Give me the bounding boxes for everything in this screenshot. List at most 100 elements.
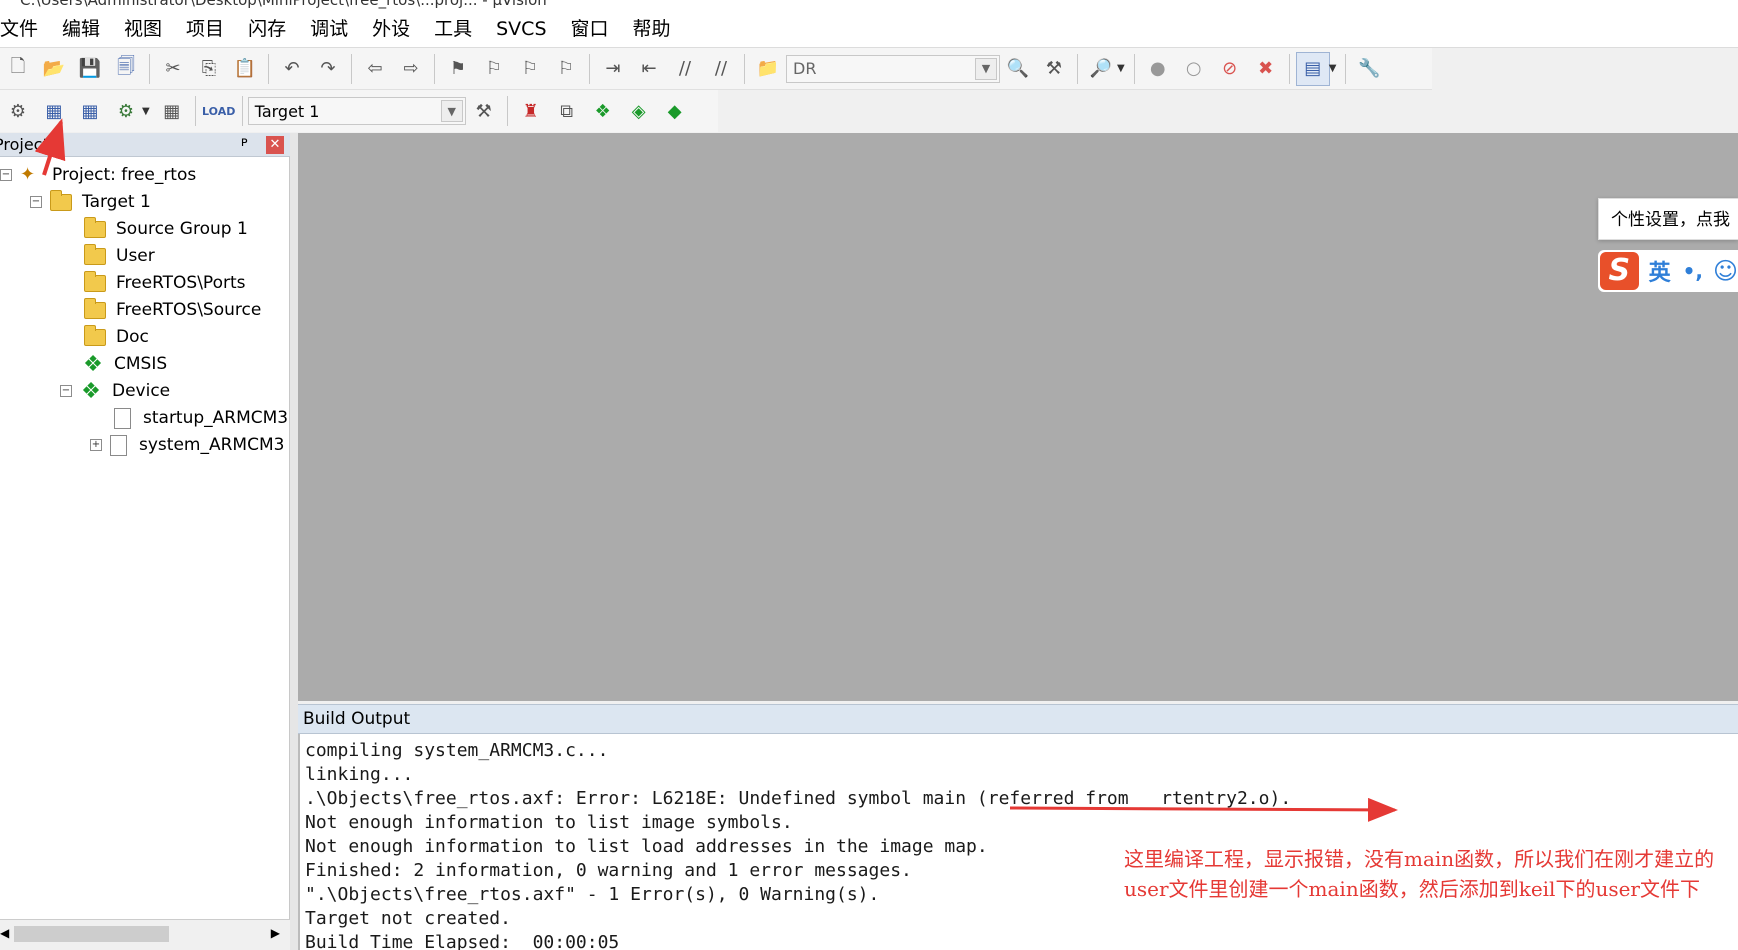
translate-icon[interactable]: ⚙	[1, 94, 35, 128]
menu-peripherals[interactable]: 外设	[360, 10, 422, 48]
manage-multi-project-icon[interactable]: ⧉	[550, 94, 584, 128]
open-file-icon[interactable]: 📂	[37, 52, 71, 86]
toolbar-separator	[1133, 53, 1135, 84]
save-icon[interactable]: 💾	[73, 52, 107, 86]
menu-edit[interactable]: 编辑	[50, 10, 112, 48]
build-output-title: Build Output	[303, 709, 411, 729]
new-file-icon[interactable]: 🗋	[1, 52, 35, 86]
find-combo[interactable]: DR ▼	[786, 54, 1000, 83]
comment-icon[interactable]: //	[668, 52, 702, 86]
menu-flash[interactable]: 闪存	[236, 10, 298, 48]
tree-group-doc[interactable]: Doc	[84, 323, 149, 351]
pin-icon[interactable]: ᴘ	[241, 135, 248, 150]
rebuild-icon[interactable]: ▦	[73, 94, 107, 128]
batch-build-icon[interactable]: ⚙	[109, 94, 143, 128]
paste-icon[interactable]: 📋	[228, 52, 262, 86]
smiley-icon[interactable]: ☺	[1713, 257, 1738, 285]
build-icon[interactable]: ▦	[37, 94, 71, 128]
panel-splitter[interactable]	[290, 133, 298, 950]
find-in-files-icon[interactable]: 📁	[751, 52, 785, 86]
tree-group-user[interactable]: User	[84, 242, 155, 270]
project-tree: − ✦ Project: free_rtos − Target 1 Source…	[0, 157, 290, 919]
bookmark-icon[interactable]: ⚑	[441, 52, 475, 86]
configure-icon[interactable]: 🔧	[1352, 52, 1386, 86]
window-layout-icon[interactable]: ▤	[1295, 51, 1330, 86]
menu-file[interactable]: 文件	[0, 10, 50, 48]
chevron-down-icon[interactable]: ▼	[975, 57, 997, 80]
chevron-down-icon[interactable]: ▼	[142, 106, 150, 117]
unindent-icon[interactable]: ⇤	[632, 52, 666, 86]
scrollbar-thumb[interactable]	[14, 926, 169, 942]
project-icon: ✦	[20, 164, 36, 185]
tree-project-root[interactable]: − ✦ Project: free_rtos	[0, 161, 196, 189]
target-options-icon[interactable]: ⚒	[467, 94, 501, 128]
uncomment-icon[interactable]: //	[704, 52, 738, 86]
menu-window[interactable]: 窗口	[559, 10, 621, 48]
file-toolbar: 🗋 📂 💾 🗐 ✂ ⎘ 📋 ↶ ↷ ⇦ ⇨ ⚑ ⚐ ⚐ ⚐ ⇥ ⇤ // // …	[0, 48, 1432, 90]
next-bookmark-icon[interactable]: ⚐	[513, 52, 547, 86]
menu-svcs[interactable]: SVCS	[484, 10, 558, 48]
tree-item-label: FreeRTOS\Source	[116, 300, 262, 320]
menu-help[interactable]: 帮助	[621, 10, 683, 48]
ime-punctuation-toggle[interactable]: •,	[1683, 259, 1703, 283]
target-folder-icon	[50, 189, 72, 211]
collapse-icon[interactable]: −	[0, 169, 12, 181]
cut-icon[interactable]: ✂	[156, 52, 190, 86]
target-combo-value: Target 1	[254, 101, 320, 121]
pack-installer-icon[interactable]: ◆	[658, 94, 692, 128]
redo-icon[interactable]: ↷	[311, 52, 345, 86]
undo-icon[interactable]: ↶	[275, 52, 309, 86]
file-icon	[114, 407, 131, 429]
tree-group-source-group-1[interactable]: Source Group 1	[84, 215, 248, 243]
download-icon[interactable]: LOAD	[202, 94, 236, 128]
disable-breakpoint-icon[interactable]: ○	[1177, 52, 1211, 86]
chevron-down-icon[interactable]: ▼	[1117, 63, 1125, 74]
chevron-down-icon[interactable]: ▼	[1329, 63, 1337, 74]
disable-all-breakpoints-icon[interactable]: ⊘	[1213, 52, 1247, 86]
tree-item-label: system_ARMCM3	[139, 435, 285, 455]
copy-icon[interactable]: ⎘	[192, 52, 226, 86]
collapse-icon[interactable]: −	[60, 385, 72, 397]
tree-file-system[interactable]: + system_ARMCM3	[90, 431, 284, 459]
stop-build-icon[interactable]: ▦	[155, 94, 189, 128]
tree-device[interactable]: − ❖ Device	[60, 377, 170, 405]
tree-cmsis[interactable]: ❖ CMSIS	[82, 350, 167, 378]
clear-bookmarks-icon[interactable]: ⚐	[549, 52, 583, 86]
menu-view[interactable]: 视图	[112, 10, 174, 48]
incremental-find-icon[interactable]: ⚒	[1037, 52, 1071, 86]
tree-group-freertos-ports[interactable]: FreeRTOS\Ports	[84, 269, 246, 297]
menu-bar: 文件 编辑 视图 项目 闪存 调试 外设 工具 SVCS 窗口 帮助	[0, 10, 1738, 48]
prev-bookmark-icon[interactable]: ⚐	[477, 52, 511, 86]
tree-item-label: Doc	[116, 327, 149, 347]
menu-debug[interactable]: 调试	[298, 10, 360, 48]
menu-tools[interactable]: 工具	[422, 10, 484, 48]
scroll-left-icon[interactable]: ◀	[0, 926, 9, 940]
target-combo[interactable]: Target 1 ▼	[247, 97, 466, 125]
manage-run-time-env-icon[interactable]: ❖	[586, 94, 620, 128]
scroll-right-icon[interactable]: ▶	[271, 926, 280, 940]
indent-icon[interactable]: ⇥	[596, 52, 630, 86]
build-output-panel[interactable]: compiling system_ARMCM3.c... linking... …	[298, 734, 1738, 950]
save-all-icon[interactable]: 🗐	[109, 52, 143, 86]
sogou-logo-icon[interactable]: S	[1600, 252, 1639, 290]
kill-all-breakpoints-icon[interactable]: ✖	[1249, 52, 1283, 86]
ime-language-toggle[interactable]: 英	[1649, 255, 1671, 287]
tree-file-startup[interactable]: startup_ARMCM3	[114, 404, 288, 432]
close-icon[interactable]: ✕	[266, 136, 284, 154]
chevron-down-icon[interactable]: ▼	[440, 100, 463, 122]
tree-target[interactable]: − Target 1	[30, 188, 151, 216]
expand-icon[interactable]: +	[90, 439, 102, 451]
ime-tooltip[interactable]: 个性设置，点我	[1598, 198, 1738, 240]
tree-item-label: FreeRTOS\Ports	[116, 273, 246, 293]
tree-group-freertos-source[interactable]: FreeRTOS\Source	[84, 296, 261, 324]
find-icon[interactable]: 🔍	[1001, 52, 1035, 86]
breakpoint-icon[interactable]: ●	[1141, 52, 1175, 86]
horizontal-scrollbar[interactable]: ◀ ▶	[0, 919, 290, 947]
navigate-forward-icon[interactable]: ⇨	[394, 52, 428, 86]
select-pack-icon[interactable]: ◈	[622, 94, 656, 128]
debug-session-icon[interactable]: 🔎	[1084, 52, 1118, 86]
menu-project[interactable]: 项目	[174, 10, 236, 48]
file-extensions-icon[interactable]: ♜	[514, 94, 548, 128]
collapse-icon[interactable]: −	[30, 196, 42, 208]
navigate-back-icon[interactable]: ⇦	[358, 52, 392, 86]
